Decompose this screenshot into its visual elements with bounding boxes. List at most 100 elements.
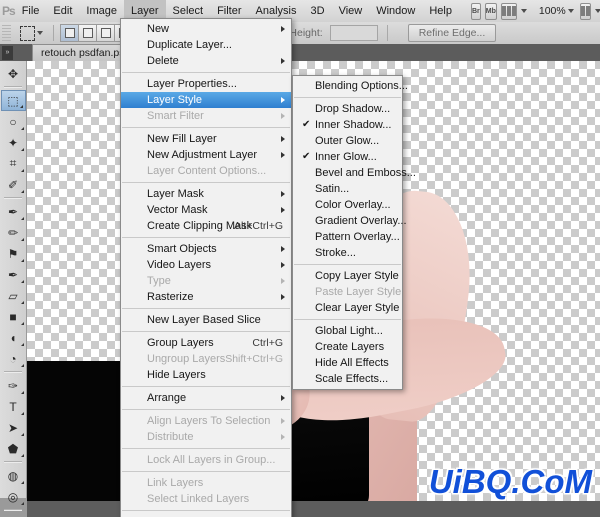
tool-flyout-icon[interactable] [20,235,24,241]
menu-item-clear-layer-style[interactable]: Clear Layer Style [293,300,402,316]
magic-wand-tool[interactable]: ✦ [1,132,26,153]
custom-shape-tool[interactable]: ⬟ [1,438,26,459]
tool-flyout-icon[interactable] [20,478,24,484]
bridge-icon[interactable]: Br [470,2,481,20]
layer-style-submenu[interactable]: Blending Options... Drop Shadow... ✔ Inner … [292,75,416,390]
lasso-tool[interactable]: ○ [1,111,26,132]
menu-item-rasterize[interactable]: Rasterize [121,289,291,305]
tool-flyout-icon[interactable] [20,319,24,325]
menu-window[interactable]: Window [369,0,422,22]
menu-item-layer-mask[interactable]: Layer Mask [121,186,291,202]
tool-flyout-icon[interactable] [20,277,24,283]
history-brush-tool[interactable]: ✒ [1,264,26,285]
tool-flyout-icon[interactable] [20,388,24,394]
horizontal-type-tool[interactable]: T [1,396,26,417]
menu-item-create-layers[interactable]: Create Layers [293,339,402,355]
3d-object-rotate-tool[interactable]: ◍ [1,465,26,486]
tool-flyout-icon[interactable] [20,430,24,436]
options-bar-grip[interactable] [2,25,11,41]
mini-bridge-icon[interactable]: Mb [484,2,497,20]
chevron-down-icon-tool-preset[interactable] [37,31,43,35]
3d-camera-rotate-tool[interactable]: ◎ [1,486,26,507]
tool-flyout-icon[interactable] [20,451,24,457]
menu-item-new[interactable]: New [121,21,291,37]
menu-item-create-clipping-mask[interactable]: Create Clipping Mask Alt+Ctrl+G [121,218,291,234]
add-to-selection-button[interactable] [78,24,96,42]
menu-item-pattern-overlay[interactable]: Pattern Overlay... [293,229,402,245]
refine-edge-button[interactable]: Refine Edge... [407,24,497,42]
menu-bar: Ps File Edit Image Layer Select Filter Analysi… [0,0,600,23]
menu-item-vector-mask[interactable]: Vector Mask [121,202,291,218]
clone-stamp-tool[interactable]: ⚑ [1,243,26,264]
path-selection-tool[interactable]: ➤ [1,417,26,438]
tool-flyout-icon[interactable] [20,340,24,346]
tool-flyout-icon[interactable] [20,124,24,130]
menu-item-layer-properties[interactable]: Layer Properties... [121,76,291,92]
tool-flyout-icon[interactable] [20,298,24,304]
tool-flyout-icon[interactable] [20,256,24,262]
menu-item-scale-effects[interactable]: Scale Effects... [293,371,402,387]
menu-image[interactable]: Image [79,0,124,22]
menu-item-duplicate-layer[interactable]: Duplicate Layer... [121,37,291,53]
menu-item-blending-options[interactable]: Blending Options... [293,78,408,94]
eyedropper-tool[interactable]: ✐ [1,174,26,195]
pen-tool[interactable]: ✑ [1,375,26,396]
tool-flyout-icon[interactable] [20,499,24,505]
menu-item-video-layers[interactable]: Video Layers [121,257,291,273]
arrange-documents-icon[interactable] [579,2,591,20]
menu-item-gradient-overlay[interactable]: Gradient Overlay... [293,213,407,229]
menu-item-global-light[interactable]: Global Light... [293,323,402,339]
menu-item-group-layers[interactable]: Group Layers Ctrl+G [121,335,291,351]
dodge-tool[interactable]: ◔ [1,348,26,369]
menu-item-inner-glow[interactable]: ✔ Inner Glow... [293,149,402,165]
menu-item-satin[interactable]: Satin... [293,181,402,197]
menu-item-layer-style[interactable]: Layer Style [121,92,291,108]
spot-healing-brush-tool[interactable]: ✒ [1,201,26,222]
menu-item-arrange[interactable]: Arrange [121,390,291,406]
chevron-down-icon-arrange[interactable] [594,9,600,13]
menu-item-bevel-and-emboss[interactable]: Bevel and Emboss... [293,165,416,181]
menu-item-delete[interactable]: Delete [121,53,291,69]
brush-tool[interactable]: ✏ [1,222,26,243]
tool-flyout-icon[interactable] [20,187,24,193]
tool-flyout-icon[interactable] [19,102,23,108]
eraser-tool[interactable]: ▱ [1,285,26,306]
tool-flyout-icon[interactable] [20,361,24,367]
chevron-down-icon-zoom[interactable] [567,9,574,13]
menu-item-stroke[interactable]: Stroke... [293,245,402,261]
menu-edit[interactable]: Edit [46,0,79,22]
menu-item-inner-shadow[interactable]: ✔ Inner Shadow... [293,117,402,133]
menu-item-copy-layer-style[interactable]: Copy Layer Style [293,268,402,284]
menu-help[interactable]: Help [422,0,459,22]
menu-3d[interactable]: 3D [304,0,332,22]
tool-flyout-icon[interactable] [20,214,24,220]
subtract-from-selection-button[interactable] [96,24,114,42]
menu-item-hide-layers[interactable]: Hide Layers [121,367,291,383]
gradient-tool[interactable]: ■ [1,306,26,327]
menu-item-color-overlay[interactable]: Color Overlay... [293,197,402,213]
chevron-down-icon-screenmode[interactable] [520,9,527,13]
height-input[interactable] [329,25,378,41]
blur-tool[interactable]: ◖ [1,327,26,348]
menu-item-drop-shadow[interactable]: Drop Shadow... [293,101,402,117]
layer-menu[interactable]: New Duplicate Layer... Delete Layer Propert… [120,18,292,517]
menu-view[interactable]: View [332,0,370,22]
tool-flyout-icon[interactable] [20,145,24,151]
menu-item-hide-all-effects[interactable]: Hide All Effects [293,355,402,371]
menu-item-new-fill-layer[interactable]: New Fill Layer [121,131,291,147]
menu-item-new-adjustment-layer[interactable]: New Adjustment Layer [121,147,291,163]
tab-bar-grip[interactable]: » [2,46,13,60]
tool-flyout-icon[interactable] [20,166,24,172]
tool-flyout-icon[interactable] [20,409,24,415]
move-tool[interactable]: ✥ [1,63,26,84]
screen-mode-icon[interactable] [500,2,517,20]
rectangular-marquee-icon[interactable] [20,25,35,41]
menu-item-outer-glow[interactable]: Outer Glow... [293,133,402,149]
crop-tool[interactable]: ⌗ [1,153,26,174]
new-selection-button[interactable] [60,24,78,42]
hand-tool[interactable]: ✋ [1,513,26,517]
menu-file[interactable]: File [15,0,47,22]
menu-item-new-layer-based-slice[interactable]: New Layer Based Slice [121,312,291,328]
rectangular-marquee-tool[interactable]: ⬚ [0,90,26,111]
menu-item-smart-objects[interactable]: Smart Objects [121,241,291,257]
